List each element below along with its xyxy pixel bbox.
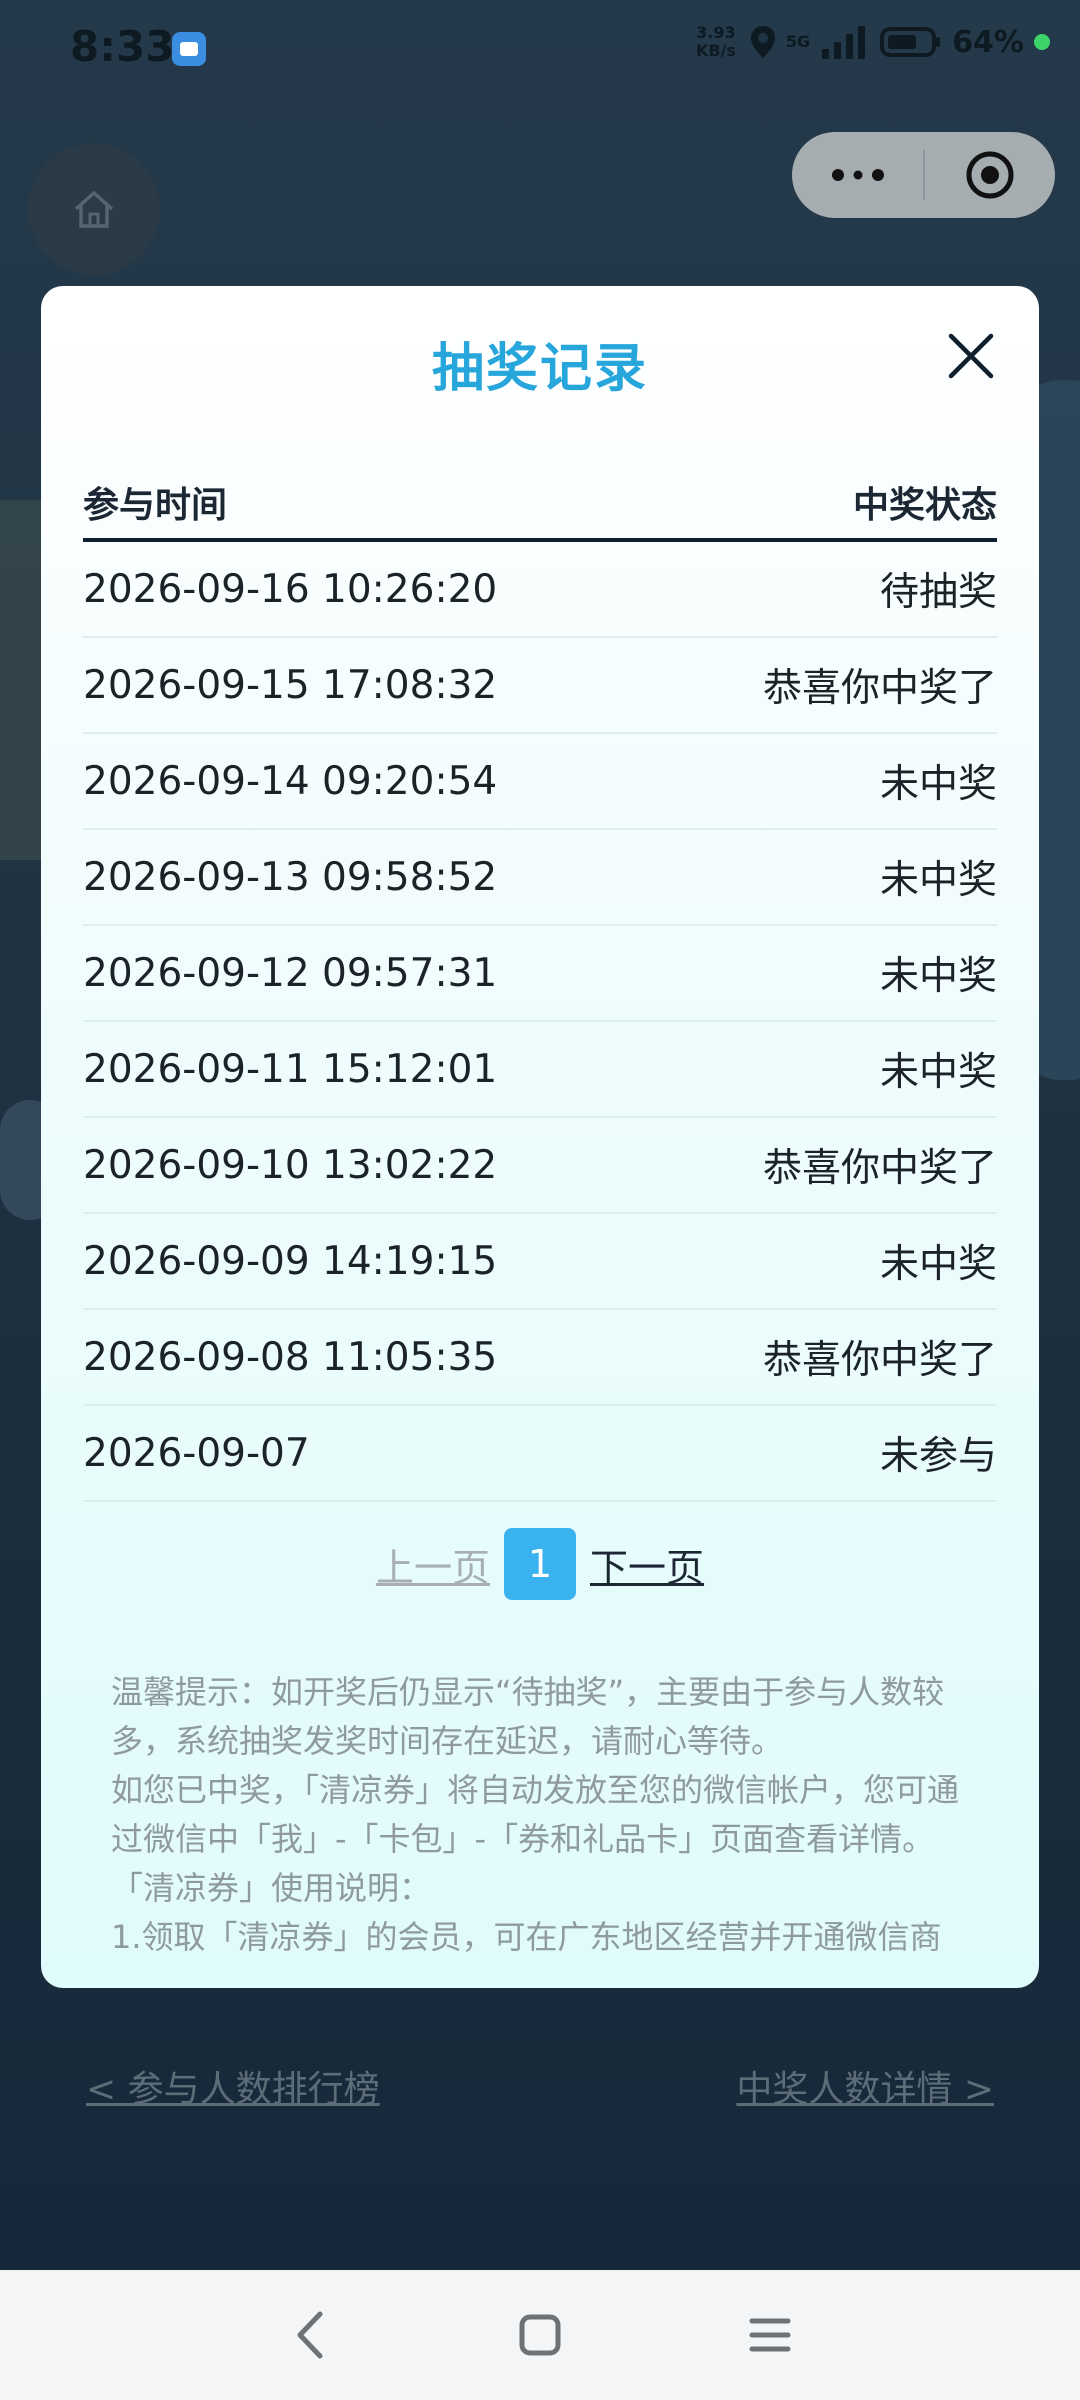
row-time: 2026-09-11 15:12:01 (83, 1046, 498, 1092)
battery-percent: 64% (952, 24, 1024, 60)
participant-ranking-link[interactable]: < 参与人数排行榜 (86, 2060, 380, 2112)
record-list: 2026-09-16 10:26:20 待抽奖 2026-09-15 17:08:… (83, 542, 997, 1502)
row-status: 未中奖 (879, 1242, 997, 1287)
nav-home-button[interactable] (510, 2305, 570, 2365)
status-bar: 8:33 3.93 KB/s 5G 64% (0, 0, 1080, 100)
square-home-icon (519, 2314, 561, 2356)
close-miniprogram-button[interactable] (925, 132, 1055, 218)
current-page-button[interactable]: 1 (504, 1528, 576, 1600)
app-notification-icon (172, 32, 206, 66)
row-status: 未中奖 (879, 762, 997, 807)
battery-icon (880, 27, 941, 57)
tip-paragraph: 如您已中奖，「清凉券」将自动发放至您的微信帐户，您可通过微信中「我」-「卡包」-… (111, 1771, 960, 1858)
row-status: 未参与 (879, 1434, 997, 1479)
column-header-status: 中奖状态 (852, 485, 997, 526)
network-type: 5G (785, 32, 811, 51)
row-status: 待抽奖 (879, 570, 997, 615)
nav-back-button[interactable] (280, 2305, 340, 2365)
home-button[interactable] (28, 143, 160, 275)
pagination: 上一页 1 下一页 (41, 1528, 1039, 1600)
row-status: 恭喜你中奖了 (762, 1338, 997, 1383)
table-row: 2026-09-13 09:58:52 未中奖 (83, 830, 997, 926)
system-navigation-bar (0, 2270, 1080, 2400)
row-status: 未中奖 (879, 858, 997, 903)
table-row: 2026-09-16 10:26:20 待抽奖 (83, 542, 997, 638)
nav-menu-button[interactable] (740, 2305, 800, 2365)
tip-paragraph: 温馨提示：如开奖后仍显示“待抽奖”，主要由于参与人数较多，系统抽奖发奖时间存在延… (111, 1673, 945, 1760)
close-icon[interactable] (943, 328, 999, 384)
back-icon (297, 2311, 323, 2359)
row-status: 未中奖 (879, 954, 997, 999)
table-row: 2026-09-14 09:20:54 未中奖 (83, 734, 997, 830)
status-time: 8:33 (70, 22, 175, 71)
tip-paragraph: 「清凉券」使用说明： (111, 1869, 432, 1907)
modal-title: 抽奖记录 (431, 339, 648, 399)
row-time: 2026-09-13 09:58:52 (83, 854, 498, 900)
row-time: 2026-09-08 11:05:35 (83, 1334, 498, 1380)
table-row: 2026-09-12 09:57:31 未中奖 (83, 926, 997, 1022)
miniprogram-capsule (792, 132, 1055, 218)
row-status: 恭喜你中奖了 (762, 1146, 997, 1191)
privacy-indicator (1034, 34, 1050, 50)
home-icon (74, 190, 114, 228)
more-button[interactable] (792, 132, 923, 218)
winner-details-link[interactable]: 中奖人数详情 > (736, 2060, 994, 2112)
tip-paragraph: 1.领取「清凉券」的会员，可在广东地区经营并开通微信商 (111, 1918, 942, 1956)
table-row: 2026-09-15 17:08:32 恭喜你中奖了 (83, 638, 997, 734)
signal-icon (822, 26, 866, 59)
row-status: 恭喜你中奖了 (762, 666, 997, 711)
network-speed: 3.93 KB/s (695, 23, 736, 60)
lottery-record-modal: 抽奖记录 参与时间 中奖状态 2026-09-16 10:26:20 待抽奖 20… (41, 286, 1039, 1988)
next-page-link[interactable]: 下一页 (590, 1537, 704, 1592)
target-close-icon (966, 151, 1014, 199)
table-row: 2026-09-11 15:12:01 未中奖 (83, 1022, 997, 1118)
bottom-links: < 参与人数排行榜 中奖人数详情 > (0, 2060, 1080, 2120)
status-indicators: 3.93 KB/s 5G 64% (692, 24, 1050, 60)
row-time: 2026-09-16 10:26:20 (83, 566, 498, 612)
table-row: 2026-09-07 未参与 (83, 1406, 997, 1502)
location-icon (750, 26, 775, 58)
table-row: 2026-09-10 13:02:22 恭喜你中奖了 (83, 1118, 997, 1214)
more-dots-icon (831, 169, 884, 181)
row-time: 2026-09-14 09:20:54 (83, 758, 498, 804)
table-row: 2026-09-08 11:05:35 恭喜你中奖了 (83, 1310, 997, 1406)
row-time: 2026-09-10 13:02:22 (83, 1142, 498, 1188)
tips-text: 温馨提示：如开奖后仍显示“待抽奖”，主要由于参与人数较多，系统抽奖发奖时间存在延… (111, 1668, 971, 1962)
menu-icon (749, 2318, 791, 2352)
prev-page-link[interactable]: 上一页 (376, 1537, 490, 1592)
table-row: 2026-09-09 14:19:15 未中奖 (83, 1214, 997, 1310)
row-time: 2026-09-07 (83, 1430, 310, 1476)
row-time: 2026-09-15 17:08:32 (83, 662, 498, 708)
row-time: 2026-09-12 09:57:31 (83, 950, 498, 996)
row-time: 2026-09-09 14:19:15 (83, 1238, 498, 1284)
table-header: 参与时间 中奖状态 (83, 466, 997, 542)
column-header-time: 参与时间 (83, 485, 228, 526)
row-status: 未中奖 (879, 1050, 997, 1095)
